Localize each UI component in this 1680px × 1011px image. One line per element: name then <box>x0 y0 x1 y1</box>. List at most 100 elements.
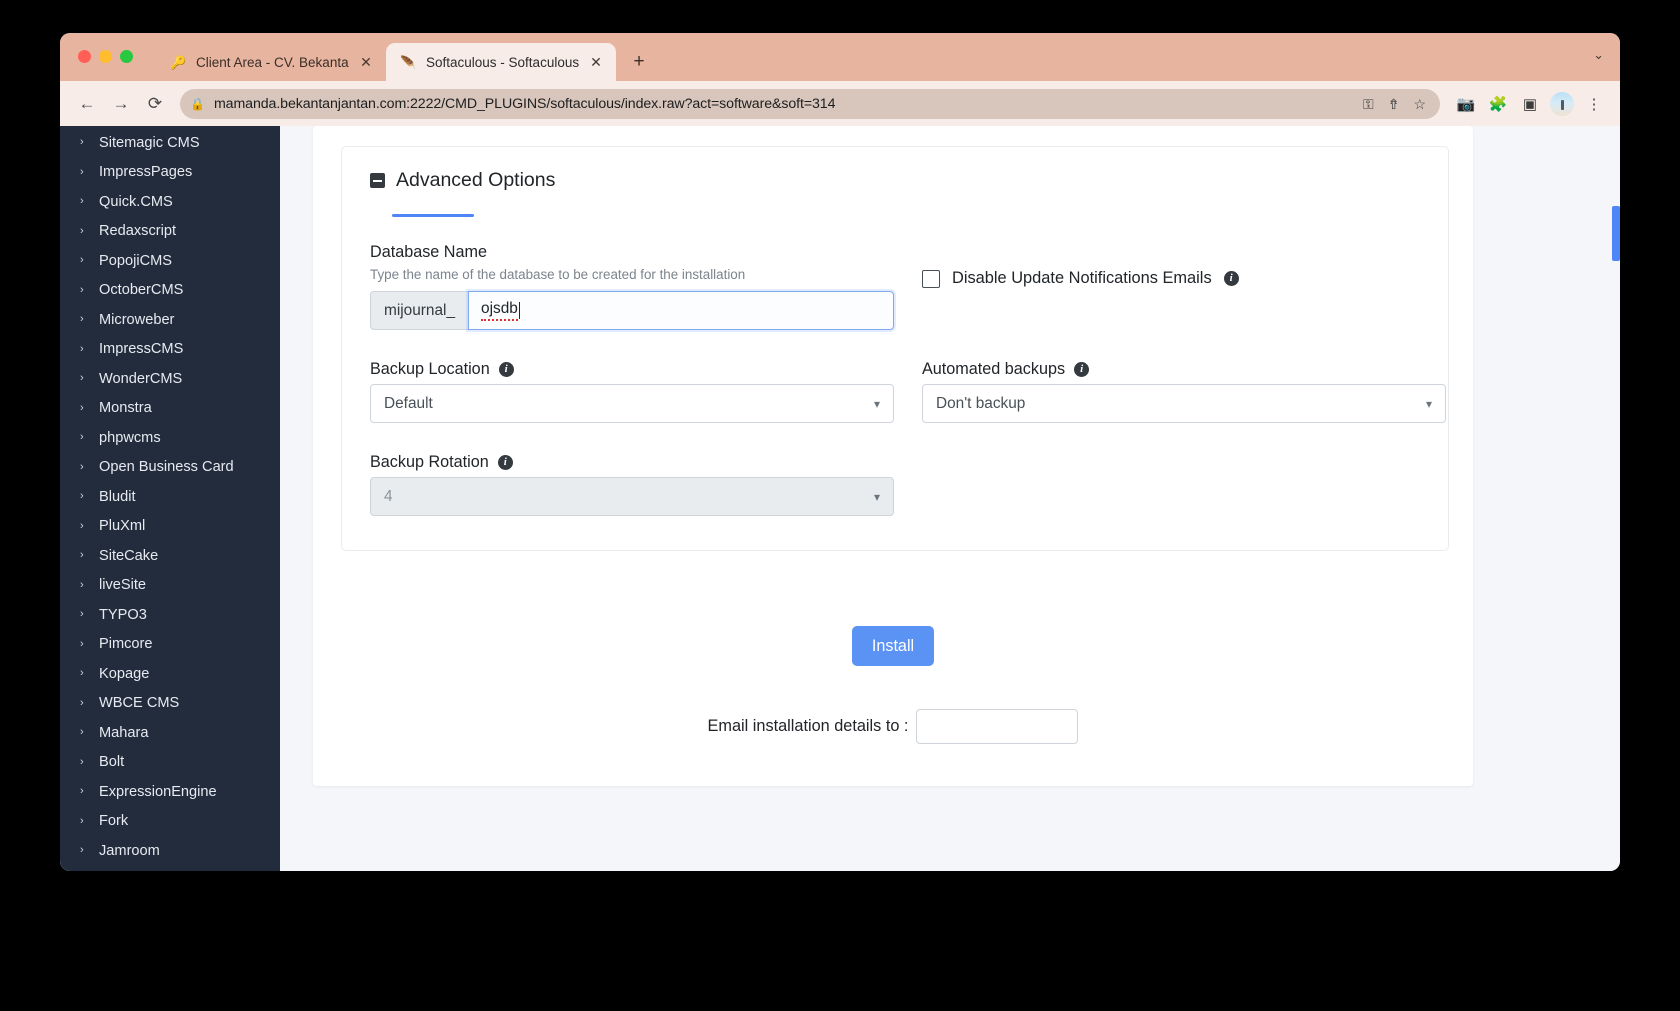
info-icon[interactable]: i <box>497 455 513 470</box>
screenshot-camera-icon[interactable]: 📷 <box>1452 90 1480 118</box>
omnibox-toolbar: ← → ⟳ 🔒 mamanda.bekantanjantan.com:2222/… <box>60 81 1620 126</box>
sidebar-item-popojicms[interactable]: › PopojiCMS <box>60 246 280 276</box>
chevron-right-icon: › <box>80 431 84 444</box>
sidebar-item-livesite[interactable]: › liveSite <box>60 571 280 601</box>
disable-update-emails-field: Disable Update Notifications Emails i <box>922 243 1446 330</box>
new-tab-button[interactable]: + <box>624 47 654 77</box>
chevron-right-icon: › <box>80 224 84 237</box>
chevron-right-icon: › <box>80 401 84 414</box>
sidebar-item-sitemagic-cms[interactable]: › Sitemagic CMS <box>60 128 280 158</box>
avatar[interactable] <box>1548 90 1576 118</box>
backup-rotation-label-text: Backup Rotation <box>370 453 489 471</box>
chevron-right-icon: › <box>80 608 84 621</box>
address-bar-actions: ⚿ ⇮ ☆ <box>1363 97 1430 111</box>
info-icon[interactable]: i <box>498 362 514 377</box>
automated-backups-select[interactable]: Don't backup ▾ <box>922 384 1446 423</box>
chevron-right-icon: › <box>80 342 84 355</box>
disable-update-emails-label: Disable Update Notifications Emails <box>952 269 1212 287</box>
sidebar-item-sitecake[interactable]: › SiteCake <box>60 541 280 571</box>
database-name-input[interactable]: ojsdb <box>468 291 894 330</box>
disable-update-emails-checkbox[interactable] <box>922 269 940 288</box>
tab-strip: 🔑 Client Area - CV. Bekantan Jan ✕ 🪶 Sof… <box>60 33 1620 81</box>
chevron-right-icon: › <box>80 136 84 149</box>
password-key-icon[interactable]: ⚿ <box>1363 97 1374 111</box>
back-button[interactable]: ← <box>72 89 102 119</box>
info-icon[interactable]: i <box>1223 271 1239 286</box>
database-prefix-label: mijournal_ <box>370 291 469 330</box>
chevron-down-icon[interactable]: ⌄ <box>1593 47 1604 63</box>
sidebar-item-pimcore[interactable]: › Pimcore <box>60 630 280 660</box>
database-name-label: Database Name <box>370 243 487 261</box>
row-spacer <box>370 423 894 453</box>
sidebar-item-expressionengine[interactable]: › ExpressionEngine <box>60 777 280 807</box>
tab-close-icon[interactable]: ✕ <box>358 54 374 70</box>
sidebar-item-impresscms[interactable]: › ImpressCMS <box>60 335 280 365</box>
info-icon[interactable]: i <box>1074 362 1090 377</box>
sidebar-item-monstra[interactable]: › Monstra <box>60 394 280 424</box>
sidebar-item-open-business-card[interactable]: › Open Business Card <box>60 453 280 483</box>
tab-close-icon[interactable]: ✕ <box>588 54 604 70</box>
sidebar-item-redaxscript[interactable]: › Redaxscript <box>60 217 280 247</box>
page-scrollbar[interactable] <box>1612 206 1620 261</box>
row-spacer <box>922 423 1446 453</box>
tab-title: Softaculous - Softaculous - Op <box>426 54 579 70</box>
sidebar-item-ragekit[interactable]: › Ragekit <box>60 866 280 872</box>
sidebar-item-wbce-cms[interactable]: › WBCE CMS <box>60 689 280 719</box>
backup-rotation-value: 4 <box>384 487 393 505</box>
sidebar-item-mahara[interactable]: › Mahara <box>60 718 280 748</box>
chevron-down-icon: ▾ <box>873 489 880 504</box>
sidebar-item-label: Sitemagic CMS <box>99 134 200 151</box>
sidebar-item-kopage[interactable]: › Kopage <box>60 659 280 689</box>
maximize-window-button[interactable] <box>120 50 133 63</box>
sidebar-item-typo3[interactable]: › TYPO3 <box>60 600 280 630</box>
sidebar-item-jamroom[interactable]: › Jamroom <box>60 836 280 866</box>
address-bar[interactable]: 🔒 mamanda.bekantanjantan.com:2222/CMD_PL… <box>180 88 1440 119</box>
automated-backups-label-text: Automated backups <box>922 360 1066 378</box>
scripts-sidebar[interactable]: › Sitemagic CMS › ImpressPages › Quick.C… <box>60 126 280 871</box>
extensions-puzzle-icon[interactable]: 🧩 <box>1484 90 1512 118</box>
sidebar-item-microweber[interactable]: › Microweber <box>60 305 280 335</box>
backup-location-select[interactable]: Default ▾ <box>370 384 894 423</box>
browser-tab-client-area[interactable]: 🔑 Client Area - CV. Bekantan Jan ✕ <box>156 43 386 81</box>
browser-menu-icon[interactable]: ⋮ <box>1580 90 1608 118</box>
forward-button[interactable]: → <box>106 89 136 119</box>
share-icon[interactable]: ⇮ <box>1388 97 1400 111</box>
sidebar-item-fork[interactable]: › Fork <box>60 807 280 837</box>
install-button-row: Install <box>313 626 1473 666</box>
sidebar-item-wondercms[interactable]: › WonderCMS <box>60 364 280 394</box>
collapse-minus-icon[interactable] <box>370 173 385 188</box>
tab-favicon-icon: 🔑 <box>170 54 187 70</box>
sidebar-item-label: Microweber <box>99 311 175 328</box>
sidebar-item-bolt[interactable]: › Bolt <box>60 748 280 778</box>
backup-rotation-select[interactable]: 4 ▾ <box>370 477 894 516</box>
chevron-right-icon: › <box>80 637 84 650</box>
disable-update-emails-row[interactable]: Disable Update Notifications Emails i <box>922 243 1446 288</box>
side-panel-icon[interactable]: ▣ <box>1516 90 1544 118</box>
chevron-right-icon: › <box>80 726 84 739</box>
row-spacer <box>894 330 922 360</box>
close-window-button[interactable] <box>78 50 91 63</box>
chevron-right-icon: › <box>80 283 84 296</box>
sidebar-item-pluxml[interactable]: › PluXml <box>60 512 280 542</box>
chevron-right-icon: › <box>80 490 84 503</box>
email-details-input[interactable] <box>916 709 1079 744</box>
page-viewport: › Sitemagic CMS › ImpressPages › Quick.C… <box>60 126 1620 871</box>
window-traffic-lights <box>78 50 133 63</box>
backup-rotation-label: Backup Rotation i <box>370 453 894 472</box>
minimize-window-button[interactable] <box>99 50 112 63</box>
database-name-hint: Type the name of the database to be crea… <box>370 267 746 282</box>
browser-tab-softaculous[interactable]: 🪶 Softaculous - Softaculous - Op ✕ <box>386 43 616 81</box>
sidebar-item-octobercms[interactable]: › OctoberCMS <box>60 276 280 306</box>
sidebar-item-impresspages[interactable]: › ImpressPages <box>60 158 280 188</box>
bookmark-star-icon[interactable]: ☆ <box>1413 97 1426 111</box>
advanced-options-header[interactable]: Advanced Options <box>370 169 1420 192</box>
advanced-options-panel: Advanced Options Database Name Type the … <box>341 146 1449 551</box>
lock-icon: 🔒 <box>190 96 205 111</box>
reload-button[interactable]: ⟳ <box>140 89 170 119</box>
sidebar-item-bludit[interactable]: › Bludit <box>60 482 280 512</box>
sidebar-item-quick-cms[interactable]: › Quick.CMS <box>60 187 280 217</box>
sidebar-item-label: Monstra <box>99 400 152 417</box>
chevron-right-icon: › <box>80 372 84 385</box>
install-button[interactable]: Install <box>852 626 934 666</box>
sidebar-item-phpwcms[interactable]: › phpwcms <box>60 423 280 453</box>
